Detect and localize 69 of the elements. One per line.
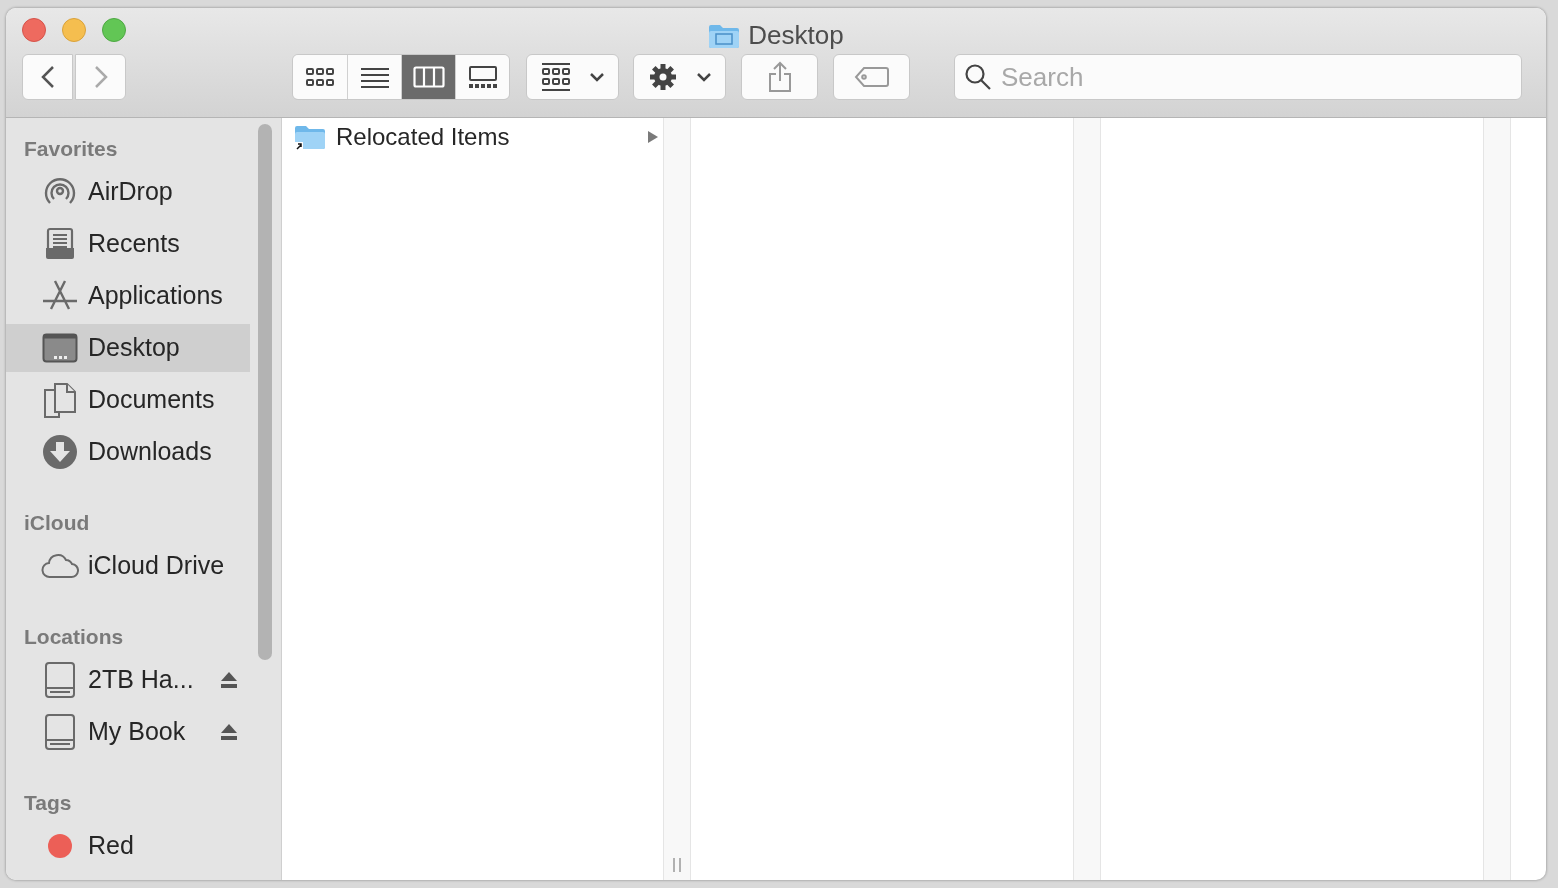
action-button[interactable] <box>633 54 726 100</box>
chevron-left-icon <box>40 65 55 89</box>
tray-icon <box>44 227 76 261</box>
sidebar-item[interactable]: Recents <box>6 220 250 268</box>
sidebar-item[interactable]: Documents <box>6 376 250 424</box>
chevron-down-icon <box>588 72 605 82</box>
item-label: Red <box>88 830 135 862</box>
item-label: Desktop <box>88 332 181 364</box>
item-label: 2TB Ha... <box>88 664 195 696</box>
back-button[interactable] <box>22 54 73 100</box>
tag-icon <box>853 66 890 88</box>
drive-icon <box>44 661 76 699</box>
eject-icon <box>220 671 238 689</box>
group-button[interactable] <box>526 54 619 100</box>
section-heading: iCloud <box>23 510 90 536</box>
list-icon <box>359 66 390 88</box>
item-label: AirDrop <box>88 176 174 208</box>
view-mode-button[interactable] <box>455 55 509 99</box>
close-button[interactable] <box>22 18 46 42</box>
folder-icon <box>708 22 741 49</box>
sidebar-item[interactable]: Desktop <box>6 324 250 372</box>
sidebar-item[interactable]: Red <box>6 822 250 870</box>
chevron-down-icon <box>695 72 712 82</box>
desktop-icon <box>42 333 78 363</box>
item-label: Applications <box>88 280 224 312</box>
zoom-button[interactable] <box>102 18 126 42</box>
sidebar-item[interactable]: Applications <box>6 272 250 320</box>
file-name: Relocated Items <box>336 122 511 152</box>
file-row[interactable]: Relocated Items <box>282 122 663 152</box>
item-label: iCloud Drive <box>88 550 226 582</box>
sidebar-item[interactable]: Downloads <box>6 428 250 476</box>
icon-grid-icon <box>305 66 335 88</box>
download-icon <box>42 434 78 470</box>
drive-icon <box>44 713 76 751</box>
gallery-icon <box>467 65 498 89</box>
sidebar-item[interactable]: My Book <box>6 708 250 756</box>
disclosure-triangle-icon <box>647 130 659 144</box>
section-heading: Locations <box>23 624 124 650</box>
resize-handle-icon <box>672 858 682 872</box>
eject-button[interactable] <box>220 723 238 741</box>
chevron-right-icon <box>93 65 108 89</box>
item-label: My Book <box>88 716 187 748</box>
item-label: Downloads <box>88 436 213 468</box>
columns-icon <box>412 66 445 88</box>
sidebar-item[interactable]: 2TB Ha... <box>6 656 250 704</box>
tags-button[interactable] <box>833 54 910 100</box>
share-icon <box>767 61 792 93</box>
view-mode-button[interactable] <box>347 55 401 99</box>
folder-alias-icon <box>294 123 326 151</box>
share-button[interactable] <box>741 54 818 100</box>
item-label: Recents <box>88 228 181 260</box>
item-label: Documents <box>88 384 216 416</box>
search-icon <box>964 63 992 91</box>
window-title: Desktop <box>748 19 844 52</box>
scrollbar-thumb[interactable] <box>258 124 272 660</box>
search-field[interactable]: Search <box>954 54 1522 100</box>
section-heading: Favorites <box>23 136 118 162</box>
eject-button[interactable] <box>220 671 238 689</box>
section-heading: Tags <box>23 790 72 816</box>
cloud-icon <box>41 553 79 579</box>
view-mode-button[interactable] <box>401 55 455 99</box>
documents-icon <box>43 382 77 418</box>
gear-icon <box>647 62 678 92</box>
eject-icon <box>220 723 238 741</box>
view-mode-button[interactable] <box>293 55 347 99</box>
minimize-button[interactable] <box>62 18 86 42</box>
sidebar-item[interactable]: iCloud Drive <box>6 542 250 590</box>
grid-icon <box>540 62 571 92</box>
sidebar-item[interactable]: AirDrop <box>6 168 250 216</box>
